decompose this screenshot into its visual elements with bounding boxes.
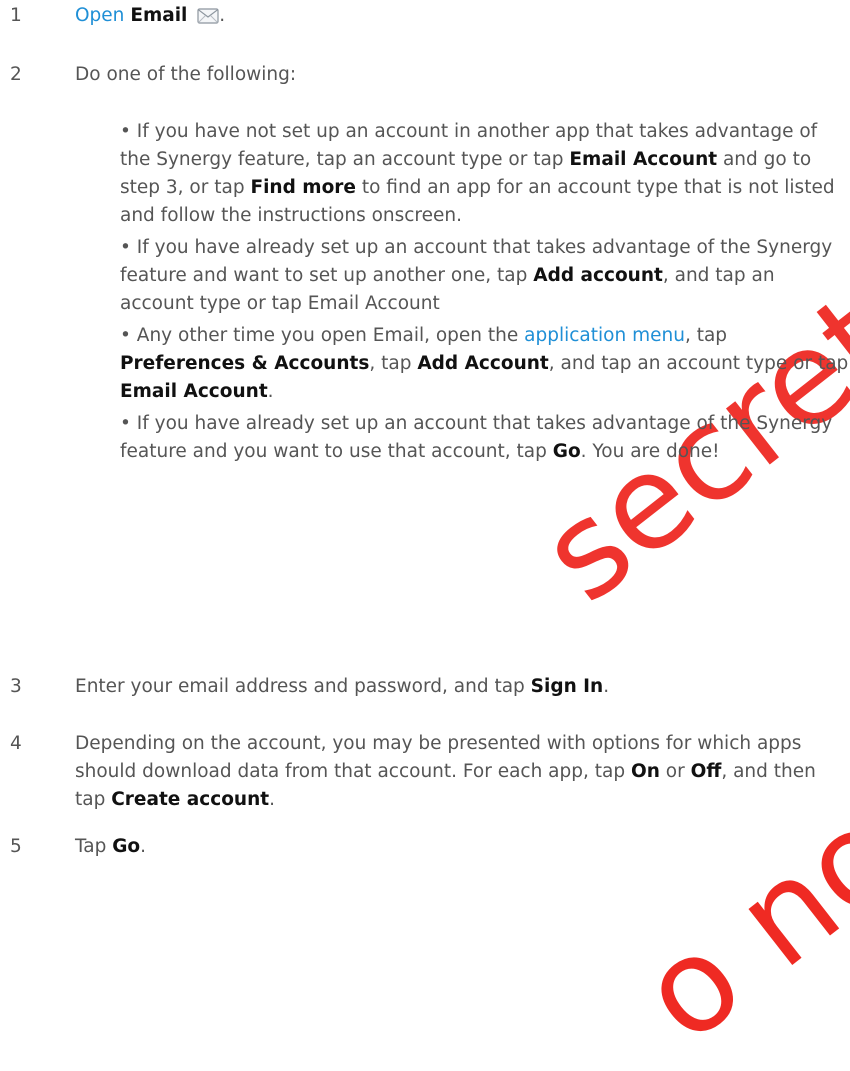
step-number: 3 [10,676,22,697]
option-bullet-2: • If you have already set up an account … [120,234,850,318]
step-number: 5 [10,836,22,857]
step-text: Open Email . [75,2,835,30]
add-account-label: Add Account [417,353,549,374]
option-bullet-4: • If you have already set up an account … [120,410,850,466]
preferences-accounts-label: Preferences & Accounts [120,353,370,374]
step-text: Tap Go. [75,836,146,857]
email-app-name: Email [130,5,188,26]
step-text: Do one of the following: [75,64,297,85]
step-number: 1 [10,5,22,26]
step-number: 4 [10,733,22,754]
bullet-text: • If you have already set up an account … [120,237,833,314]
find-more-label: Find more [250,177,356,198]
step-text: Depending on the account, you may be pre… [75,733,816,810]
bullet-text: • Any other time you open Email, open th… [120,325,849,402]
option-bullet-3: • Any other time you open Email, open th… [120,322,850,406]
add-account-label: Add account [533,265,663,286]
create-account-label: Create account [111,789,270,810]
sign-in-label: Sign In [530,676,604,697]
step-2-options: • If you have not set up an account in a… [120,118,850,466]
go-label: Go [112,836,141,857]
step-text: Enter your email address and password, a… [75,676,610,697]
email-account-label: Email Account [120,381,268,402]
off-label: Off [690,761,722,782]
step-1-end: . [219,5,226,26]
option-bullet-1: • If you have not set up an account in a… [120,118,850,230]
bullet-text: • If you have not set up an account in a… [120,121,835,226]
open-link[interactable]: Open [75,5,124,26]
application-menu-link[interactable]: application menu [524,325,685,346]
bullet-text: • If you have already set up an account … [120,413,833,462]
go-label: Go [552,441,581,462]
step-number: 2 [10,64,22,85]
on-label: On [631,761,660,782]
envelope-icon [197,6,219,24]
email-account-label: Email Account [569,149,718,170]
